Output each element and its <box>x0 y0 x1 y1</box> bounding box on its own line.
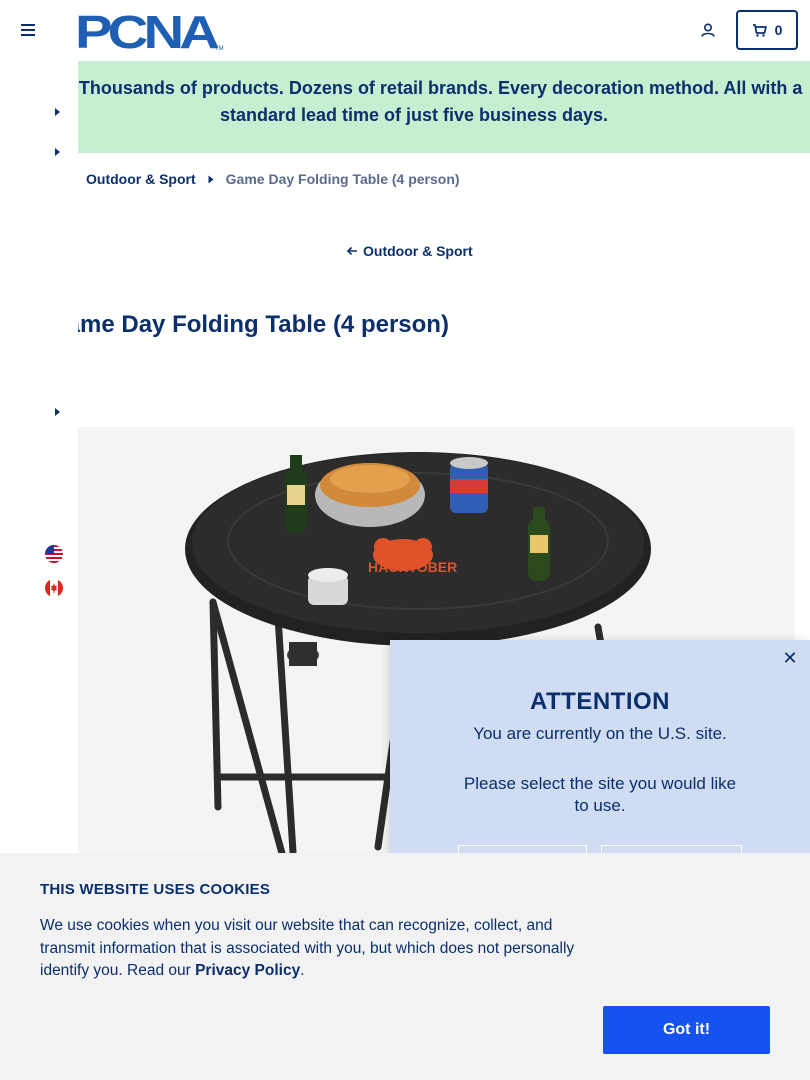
logo-text: PCNA <box>75 9 218 51</box>
hamburger-menu-button[interactable] <box>14 16 42 44</box>
caret-right-icon[interactable] <box>52 146 62 158</box>
promo-banner: Wait? Thousands of products. Dozens of r… <box>78 61 810 153</box>
cookie-banner-title: THIS WEBSITE USES COOKIES <box>40 881 271 898</box>
back-link-label: Outdoor & Sport <box>363 243 473 259</box>
cart-icon <box>752 23 767 37</box>
breadcrumb-link-category[interactable]: Outdoor & Sport <box>86 171 196 187</box>
cookie-body-suffix: . <box>300 962 305 979</box>
product-title: Game Day Folding Table (4 person) <box>78 311 449 338</box>
modal-title: ATTENTION <box>529 688 671 715</box>
arrow-left-icon <box>346 246 357 256</box>
cookie-banner-text: We use cookies when you visit our websit… <box>40 915 605 983</box>
back-to-category-link[interactable]: Outdoor & Sport <box>346 243 473 259</box>
pcna-logo[interactable]: PCNA TM <box>75 6 225 58</box>
us-flag-icon[interactable] <box>45 545 63 563</box>
breadcrumb: Outdoor & Sport Game Day Folding Table (… <box>86 171 460 187</box>
user-icon <box>701 23 715 37</box>
accept-cookies-button[interactable]: Got it! <box>603 1006 770 1054</box>
caret-right-icon[interactable] <box>52 106 62 118</box>
account-button[interactable] <box>694 16 722 44</box>
cart-button[interactable]: 0 <box>736 10 798 50</box>
canada-flag-icon[interactable] <box>45 579 63 597</box>
cookie-body-text: We use cookies when you visit our websit… <box>40 917 575 979</box>
breadcrumb-separator-icon <box>208 175 214 183</box>
promo-banner-text: Wait? Thousands of products. Dozens of r… <box>78 78 803 125</box>
privacy-policy-link[interactable]: Privacy Policy <box>195 962 300 979</box>
modal-select-site-text: Please select the site you would like to… <box>463 774 737 815</box>
logo-trademark: TM <box>215 46 224 51</box>
caret-right-icon[interactable] <box>52 406 62 418</box>
breadcrumb-current-page: Game Day Folding Table (4 person) <box>225 171 460 187</box>
modal-current-site-text: You are currently on the U.S. site. <box>473 724 727 743</box>
close-icon[interactable]: ✕ <box>780 648 800 668</box>
left-rail <box>0 60 78 860</box>
product-title-container: Game Day Folding Table (4 person) <box>78 305 578 349</box>
cookie-banner: THIS WEBSITE USES COOKIES We use cookies… <box>0 853 810 1080</box>
menu-icon <box>21 24 35 36</box>
product-imprint-text: HACKTOBER <box>368 559 457 575</box>
region-select-modal: ✕ ATTENTION You are currently on the U.S… <box>390 640 810 885</box>
cart-count: 0 <box>774 22 783 38</box>
site-header: PCNA TM 0 <box>0 0 810 60</box>
